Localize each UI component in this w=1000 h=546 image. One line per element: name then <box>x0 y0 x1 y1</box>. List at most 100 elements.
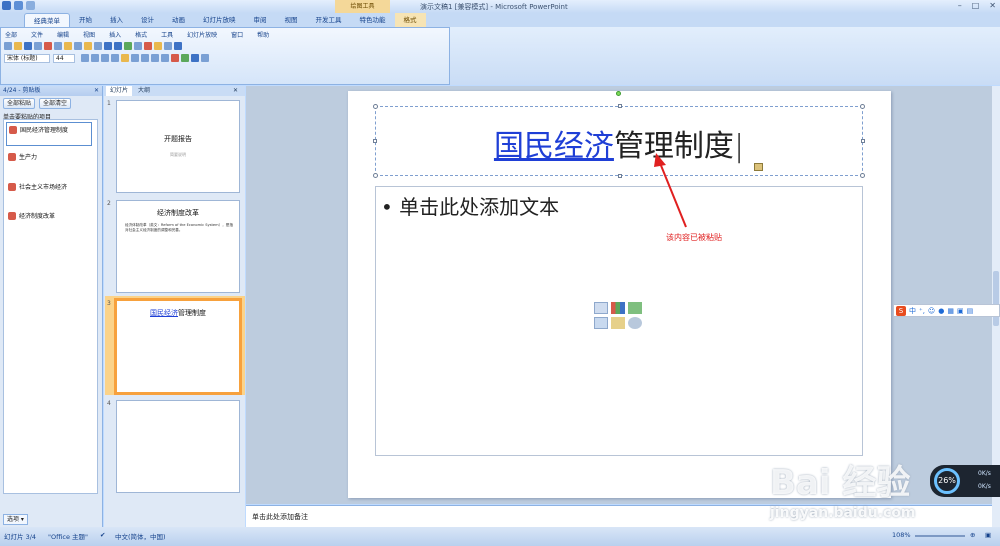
open-icon[interactable] <box>14 42 22 50</box>
options-button[interactable]: 选项 ▾ <box>3 514 28 525</box>
redo-icon[interactable] <box>26 1 35 10</box>
rotate-handle[interactable] <box>616 91 621 96</box>
slide-thumbnail[interactable]: 开题报告 简要说明 <box>116 100 240 193</box>
network-speed-widget[interactable]: 26% 0K/s 0K/s <box>930 465 1000 497</box>
preview-icon[interactable] <box>44 42 52 50</box>
clear-all-button[interactable]: 全部清空 <box>39 98 72 109</box>
paste-all-button[interactable]: 全部粘贴 <box>3 98 36 109</box>
save-icon[interactable] <box>24 42 32 50</box>
tab-home[interactable]: 开始 <box>70 13 101 27</box>
insert-picture-icon[interactable] <box>594 317 608 329</box>
skin-icon[interactable]: ▣ <box>957 307 964 315</box>
resize-handle[interactable] <box>373 173 378 178</box>
insert-media-icon[interactable] <box>628 317 642 329</box>
scroll-thumb[interactable] <box>993 271 999 326</box>
zoom-in-icon[interactable]: ⊕ <box>970 531 975 539</box>
maximize-icon[interactable]: □ <box>972 1 980 10</box>
slide-thumbnail[interactable]: 经济制度改革 经济体制改革（英文：Reform of the Economic … <box>116 200 240 293</box>
insert-chart-icon[interactable] <box>611 302 625 314</box>
resize-handle[interactable] <box>860 104 865 109</box>
folder-icon[interactable] <box>154 42 162 50</box>
undo-icon[interactable] <box>14 1 23 10</box>
zoom-level[interactable]: 108% <box>892 531 911 539</box>
tab-design[interactable]: 设计 <box>132 13 163 27</box>
menu-help[interactable]: 帮助 <box>257 30 269 39</box>
body-placeholder[interactable]: • 单击此处添加文本 <box>375 186 863 456</box>
punctuation-icon[interactable]: ⁺, <box>919 307 925 315</box>
font-name-box[interactable]: 宋体 (标题) <box>4 54 50 63</box>
line-color-icon[interactable] <box>191 54 199 62</box>
print-icon[interactable] <box>34 42 42 50</box>
bullets-icon[interactable] <box>151 54 159 62</box>
tab-classic-menu[interactable]: 经典菜单 <box>24 13 70 27</box>
toolbox-icon[interactable]: ▤ <box>967 307 974 315</box>
undo-icon[interactable] <box>104 42 112 50</box>
underline-icon[interactable] <box>101 54 109 62</box>
chart-icon[interactable] <box>124 42 132 50</box>
menu-tools[interactable]: 工具 <box>161 30 173 39</box>
keyboard-icon[interactable]: ▦ <box>947 307 954 315</box>
close-icon[interactable]: ✕ <box>94 86 99 96</box>
mic-icon[interactable]: ● <box>938 307 944 315</box>
tab-animation[interactable]: 动画 <box>163 13 194 27</box>
align-left-icon[interactable] <box>121 54 129 62</box>
tab-features[interactable]: 特色功能 <box>351 13 395 27</box>
menu-all[interactable]: 全部 <box>5 30 17 39</box>
clipboard-item[interactable]: 经济制度改革 <box>6 209 92 233</box>
tab-outline[interactable]: 大纲 <box>134 86 154 96</box>
ime-mode[interactable]: 中 <box>909 306 916 316</box>
insert-clipart-icon[interactable] <box>611 317 625 329</box>
strikethrough-icon[interactable] <box>111 54 119 62</box>
shapes-icon[interactable] <box>201 54 209 62</box>
tab-slideshow[interactable]: 幻灯片放映 <box>194 13 245 27</box>
numbering-icon[interactable] <box>161 54 169 62</box>
menu-slideshow[interactable]: 幻灯片放映 <box>187 30 217 39</box>
align-right-icon[interactable] <box>141 54 149 62</box>
font-color-icon[interactable] <box>171 54 179 62</box>
fill-color-icon[interactable] <box>181 54 189 62</box>
tab-format[interactable]: 格式 <box>394 13 426 27</box>
insert-table-icon[interactable] <box>594 302 608 314</box>
tab-review[interactable]: 审阅 <box>245 13 276 27</box>
insert-smartart-icon[interactable] <box>628 302 642 314</box>
ime-toolbar[interactable]: S 中 ⁺, ☺ ● ▦ ▣ ▤ <box>893 304 1000 317</box>
copy-icon[interactable] <box>74 42 82 50</box>
slide-title-link[interactable]: 国民经济 <box>494 129 614 164</box>
resize-handle[interactable] <box>618 174 622 178</box>
clipboard-item[interactable]: 社会主义市场经济 <box>6 180 92 204</box>
clipboard-item[interactable]: 生产力 <box>6 150 92 174</box>
menu-window[interactable]: 窗口 <box>231 30 243 39</box>
fit-window-icon[interactable]: ▣ <box>985 531 991 539</box>
italic-icon[interactable] <box>91 54 99 62</box>
resize-handle[interactable] <box>860 173 865 178</box>
slide-thumbnail[interactable] <box>116 400 240 493</box>
tab-slides[interactable]: 幻灯片 <box>106 86 133 96</box>
resize-handle[interactable] <box>861 139 865 143</box>
menu-insert[interactable]: 插入 <box>109 30 121 39</box>
table-icon[interactable] <box>134 42 142 50</box>
minimize-icon[interactable]: – <box>958 1 962 10</box>
tab-view[interactable]: 视图 <box>276 13 307 27</box>
title-placeholder[interactable]: 国民经济管理制度| <box>373 104 865 178</box>
menu-file[interactable]: 文件 <box>31 30 43 39</box>
redo-icon[interactable] <box>114 42 122 50</box>
picture-icon[interactable] <box>144 42 152 50</box>
zoom-icon[interactable] <box>164 42 172 50</box>
cut-icon[interactable] <box>64 42 72 50</box>
menu-view[interactable]: 视图 <box>83 30 95 39</box>
resize-handle[interactable] <box>618 104 622 108</box>
align-center-icon[interactable] <box>131 54 139 62</box>
emoji-icon[interactable]: ☺ <box>928 307 935 315</box>
slide-thumbnail-selected[interactable]: 国民经济管理制度 <box>114 298 242 395</box>
font-size-box[interactable]: 44 <box>53 54 75 63</box>
menu-format[interactable]: 格式 <box>135 30 147 39</box>
tab-insert[interactable]: 插入 <box>101 13 132 27</box>
menu-edit[interactable]: 编辑 <box>57 30 69 39</box>
spellcheck-icon[interactable]: ✔ <box>100 531 105 539</box>
resize-handle[interactable] <box>373 139 377 143</box>
clipboard-item[interactable]: 国民经济管理制度 <box>6 122 92 146</box>
new-icon[interactable] <box>4 42 12 50</box>
close-icon[interactable]: ✕ <box>229 86 242 96</box>
format-painter-icon[interactable] <box>94 42 102 50</box>
spell-icon[interactable] <box>54 42 62 50</box>
